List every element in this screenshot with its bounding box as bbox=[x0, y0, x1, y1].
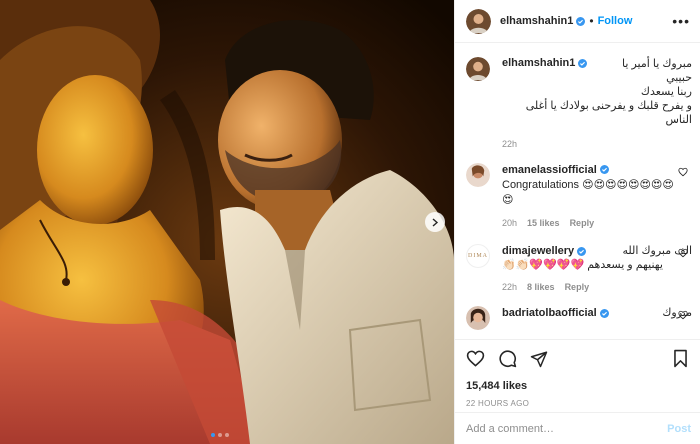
instagram-post: elhamshahin1 • Follow ••• elhamshahin1 م… bbox=[0, 0, 700, 444]
like-button[interactable] bbox=[466, 349, 485, 368]
profile-avatar-image bbox=[466, 163, 490, 187]
save-button[interactable] bbox=[672, 349, 689, 368]
caption-username[interactable]: elhamshahin1 bbox=[502, 57, 575, 69]
avatar[interactable] bbox=[466, 57, 490, 81]
post-side-panel: elhamshahin1 • Follow ••• elhamshahin1 م… bbox=[454, 0, 700, 444]
comment-username[interactable]: emanelassiofficial bbox=[502, 164, 597, 176]
verified-badge-icon bbox=[577, 246, 587, 256]
verified-badge-icon bbox=[599, 308, 609, 318]
caption-text-line3: و يفرح قلبك و يفرحنى بولادك يا أغلى النا… bbox=[525, 100, 692, 126]
share-button[interactable] bbox=[530, 350, 548, 368]
avatar[interactable]: DIMA bbox=[466, 244, 490, 268]
add-comment-input[interactable] bbox=[466, 422, 668, 435]
paper-plane-icon bbox=[530, 351, 548, 367]
comment-username[interactable]: dimajewellery bbox=[502, 245, 574, 257]
comments-list[interactable]: elhamshahin1 مبروك يا أمير يا حبيبي ربنا… bbox=[455, 43, 700, 339]
bookmark-icon bbox=[674, 349, 687, 368]
caption: elhamshahin1 مبروك يا أمير يا حبيبي ربنا… bbox=[466, 57, 700, 149]
comment-text-line2: يهنيهم و يسعدهم 💖💖💖💖👏🏻👏🏻 bbox=[502, 259, 663, 271]
comment: emanelassiofficial Congratulations 😍😍😍😍😍… bbox=[466, 163, 700, 228]
post-timestamp[interactable]: 22 HOURS AGO bbox=[466, 399, 689, 408]
post-header: elhamshahin1 • Follow ••• bbox=[455, 0, 700, 43]
carousel-dot-1 bbox=[211, 433, 215, 437]
like-comment-heart-icon[interactable] bbox=[678, 248, 688, 258]
comment-body: dimajewellery الف مبروك الله يهنيهم و يس… bbox=[502, 244, 692, 292]
comment-bubble-icon bbox=[499, 350, 517, 368]
avatar[interactable] bbox=[466, 163, 490, 187]
header-username[interactable]: elhamshahin1 bbox=[500, 15, 573, 27]
post-media[interactable] bbox=[0, 0, 454, 444]
carousel-dot-3 bbox=[225, 433, 229, 437]
comment-username[interactable]: badriatolbaofficial bbox=[502, 307, 597, 319]
separator-dot: • bbox=[589, 14, 594, 28]
carousel-next-button[interactable] bbox=[425, 212, 445, 232]
caption-text-line1: مبروك يا أمير يا حبيبي bbox=[622, 58, 692, 84]
avatar[interactable] bbox=[466, 8, 491, 34]
reply-button[interactable]: Reply bbox=[570, 218, 595, 228]
like-comment-heart-icon[interactable] bbox=[678, 167, 688, 177]
comment-time[interactable]: 22h bbox=[502, 282, 517, 292]
heart-icon bbox=[466, 350, 485, 367]
comment-meta: 22h 8 likes Reply bbox=[502, 282, 692, 292]
comment: DIMA dimajewellery الف مبروك الله يهنيهم… bbox=[466, 244, 700, 292]
comment-body: emanelassiofficial Congratulations 😍😍😍😍😍… bbox=[502, 163, 692, 228]
caption-time[interactable]: 22h bbox=[502, 139, 517, 149]
more-options-icon[interactable]: ••• bbox=[672, 13, 690, 29]
verified-badge-icon bbox=[578, 58, 588, 68]
reply-button[interactable]: Reply bbox=[565, 282, 590, 292]
caption-text-line2: ربنا يسعدك bbox=[640, 86, 692, 98]
profile-avatar-image bbox=[466, 306, 490, 330]
comment-body: badriatolbaofficial مبروك bbox=[502, 306, 692, 330]
comment-text: Congratulations 😍😍😍😍😍😍😍😍😍 bbox=[502, 179, 674, 206]
likes-count[interactable]: 15,484 likes bbox=[466, 380, 689, 392]
avatar-logo-text: DIMA bbox=[468, 253, 488, 259]
follow-button[interactable]: Follow bbox=[598, 15, 633, 27]
carousel-dot-2 bbox=[218, 433, 222, 437]
comment-time[interactable]: 20h bbox=[502, 218, 517, 228]
comment-meta: 20h 15 likes Reply bbox=[502, 218, 692, 228]
post-comment-button[interactable]: Post bbox=[667, 423, 691, 435]
avatar[interactable] bbox=[466, 306, 490, 330]
profile-avatar-image bbox=[466, 57, 490, 81]
comment: badriatolbaofficial مبروك bbox=[466, 306, 700, 330]
comment-button[interactable] bbox=[498, 349, 517, 368]
verified-badge-icon bbox=[599, 165, 609, 174]
add-comment-bar: Post bbox=[455, 412, 700, 444]
caption-meta: 22h bbox=[502, 139, 692, 149]
comment-likes[interactable]: 15 likes bbox=[527, 218, 560, 228]
carousel-indicator bbox=[211, 433, 229, 437]
verified-badge-icon bbox=[576, 16, 586, 26]
caption-body: elhamshahin1 مبروك يا أمير يا حبيبي ربنا… bbox=[502, 57, 692, 149]
profile-avatar-image bbox=[466, 8, 491, 34]
action-icons bbox=[466, 340, 689, 373]
comment-likes[interactable]: 8 likes bbox=[527, 282, 555, 292]
post-photo bbox=[0, 0, 454, 444]
chevron-right-icon bbox=[432, 217, 439, 227]
like-comment-heart-icon[interactable] bbox=[678, 310, 688, 320]
